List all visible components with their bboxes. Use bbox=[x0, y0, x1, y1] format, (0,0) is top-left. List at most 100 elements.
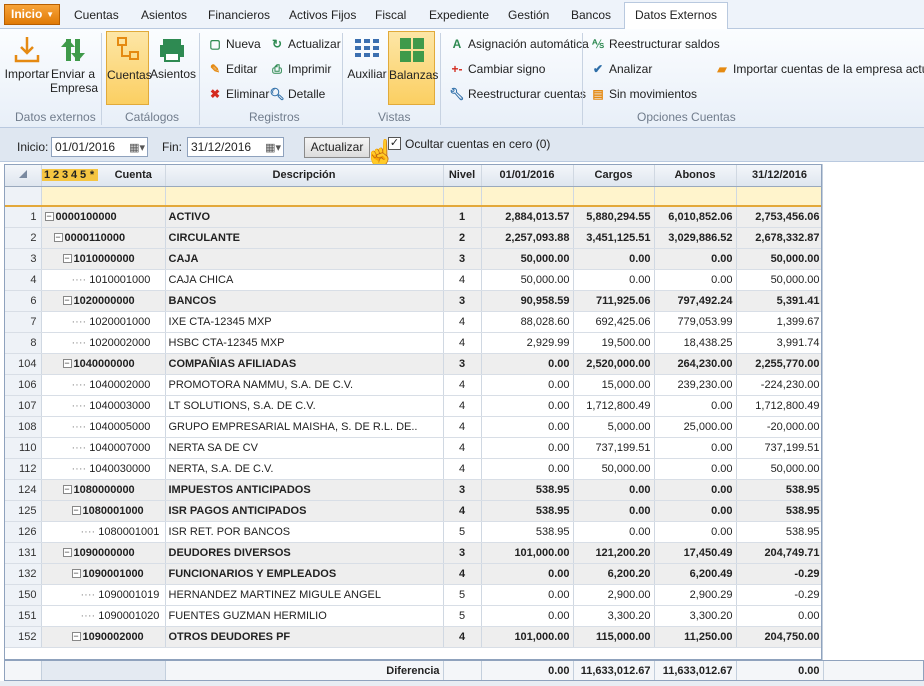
row-number[interactable]: 3 bbox=[5, 248, 42, 270]
reestructurar-saldos-button[interactable]: ⅍ Reestructurar saldos bbox=[590, 34, 720, 54]
cell-cargos[interactable]: 5,000.00 bbox=[573, 416, 655, 438]
cell-descripcion[interactable]: HSBC CTA-12345 MXP bbox=[165, 332, 444, 354]
inicio-button[interactable]: Inicio ▼ bbox=[4, 4, 60, 25]
cell-cuenta[interactable]: −1090002000 bbox=[41, 626, 166, 648]
cell-final[interactable]: 50,000.00 bbox=[736, 458, 821, 480]
cell-descripcion[interactable]: FUNCIONARIOS Y EMPLEADOS bbox=[165, 563, 444, 585]
row-number[interactable]: 108 bbox=[5, 416, 42, 438]
row-number[interactable]: 106 bbox=[5, 374, 42, 396]
table-row[interactable]: 2−0000110000 CIRCULANTE 2 2,257,093.88 3,451… bbox=[5, 227, 821, 249]
cell-cargos[interactable]: 115,000.00 bbox=[573, 626, 655, 648]
cell-final[interactable]: 204,750.00 bbox=[736, 626, 821, 648]
table-row[interactable]: 3−1010000000 CAJA 3 50,000.00 0.00 0.00 50,000… bbox=[5, 248, 821, 270]
reestructurar-cuentas-button[interactable]: 🔧︎ Reestructurar cuentas bbox=[449, 84, 586, 104]
filter-cell-final[interactable] bbox=[736, 186, 821, 207]
cell-descripcion[interactable]: ISR PAGOS ANTICIPADOS bbox=[165, 500, 444, 522]
level-2[interactable]: 2 bbox=[52, 169, 61, 181]
cell-final[interactable]: 204,749.71 bbox=[736, 542, 821, 564]
cell-nivel[interactable]: 3 bbox=[443, 290, 482, 312]
cell-final[interactable]: -0.29 bbox=[736, 563, 821, 585]
calendar-icon[interactable]: ▦▾ bbox=[129, 139, 145, 157]
cell-abonos[interactable]: 0.00 bbox=[654, 437, 737, 459]
balanzas-button[interactable]: Balanzas bbox=[388, 31, 438, 105]
cell-inicial[interactable]: 50,000.00 bbox=[481, 269, 574, 291]
table-row[interactable]: 1−0000100000 ACTIVO 1 2,884,013.57 5,880,294… bbox=[5, 206, 821, 228]
row-number[interactable]: 110 bbox=[5, 437, 42, 459]
row-number[interactable]: 107 bbox=[5, 395, 42, 417]
cell-final[interactable]: 3,991.74 bbox=[736, 332, 821, 354]
collapse-toggle-icon[interactable]: − bbox=[62, 296, 72, 306]
column-inicial[interactable]: 01/01/2016 bbox=[481, 165, 574, 187]
cell-inicial[interactable]: 88,028.60 bbox=[481, 311, 574, 333]
column-descripcion[interactable]: Descripción bbox=[165, 165, 444, 187]
column-abonos[interactable]: Abonos bbox=[654, 165, 737, 187]
cell-cuenta[interactable]: ···· 1090001020 bbox=[41, 605, 166, 627]
cell-nivel[interactable]: 4 bbox=[443, 500, 482, 522]
cell-final[interactable]: 1,399.67 bbox=[736, 311, 821, 333]
cell-final[interactable]: -224,230.00 bbox=[736, 374, 821, 396]
cell-cargos[interactable]: 0.00 bbox=[573, 248, 655, 270]
level-4[interactable]: 4 bbox=[70, 169, 79, 181]
actualizar-button[interactable]: Actualizar bbox=[304, 137, 370, 158]
cell-cargos[interactable]: 0.00 bbox=[573, 521, 655, 543]
cell-cargos[interactable]: 692,425.06 bbox=[573, 311, 655, 333]
row-number[interactable]: 7 bbox=[5, 311, 42, 333]
cell-inicial[interactable]: 101,000.00 bbox=[481, 542, 574, 564]
cell-final[interactable]: 50,000.00 bbox=[736, 248, 821, 270]
actualizar-ribbon-button[interactable]: ↻ Actualizar bbox=[269, 34, 341, 54]
fin-date-field[interactable]: 31/12/2016 ▦▾ bbox=[187, 137, 284, 157]
cell-descripcion[interactable]: CAJA CHICA bbox=[165, 269, 444, 291]
cell-final[interactable]: 538.95 bbox=[736, 479, 821, 501]
filter-cell-cargos[interactable] bbox=[573, 186, 655, 207]
table-row[interactable]: 4 ···· 1010001000 CAJA CHICA 4 50,000.00 0.00… bbox=[5, 269, 821, 291]
cell-descripcion[interactable]: HERNANDEZ MARTINEZ MIGULE ANGEL bbox=[165, 584, 444, 606]
row-number[interactable]: 152 bbox=[5, 626, 42, 648]
eliminar-button[interactable]: ✖ Eliminar bbox=[207, 84, 269, 104]
filter-row[interactable] bbox=[5, 186, 821, 207]
level-3[interactable]: 3 bbox=[61, 169, 70, 181]
cell-cargos[interactable]: 3,300.20 bbox=[573, 605, 655, 627]
cell-nivel[interactable]: 4 bbox=[443, 395, 482, 417]
row-number[interactable]: 125 bbox=[5, 500, 42, 522]
editar-button[interactable]: ✎ Editar bbox=[207, 59, 257, 79]
filter-cell-inicial[interactable] bbox=[481, 186, 574, 207]
row-number[interactable]: 2 bbox=[5, 227, 42, 249]
enviar-empresa-button[interactable]: Enviar a Empresa bbox=[50, 31, 98, 105]
tab-gestion[interactable]: Gestión bbox=[508, 5, 549, 29]
level-selector[interactable]: 1 2 3 4 5 * bbox=[41, 169, 98, 182]
cell-abonos[interactable]: 2,900.29 bbox=[654, 584, 737, 606]
cell-inicial[interactable]: 90,958.59 bbox=[481, 290, 574, 312]
row-number[interactable]: 8 bbox=[5, 332, 42, 354]
cell-descripcion[interactable]: IMPUESTOS ANTICIPADOS bbox=[165, 479, 444, 501]
collapse-toggle-icon[interactable]: − bbox=[62, 359, 72, 369]
cell-descripcion[interactable]: COMPAÑIAS AFILIADAS bbox=[165, 353, 444, 375]
cell-nivel[interactable]: 4 bbox=[443, 437, 482, 459]
analizar-button[interactable]: ✔ Analizar bbox=[590, 59, 652, 79]
level-all[interactable]: * bbox=[88, 169, 97, 181]
cell-inicial[interactable]: 0.00 bbox=[481, 353, 574, 375]
auxiliar-button[interactable]: Auxiliar bbox=[347, 31, 387, 105]
balanza-grid[interactable]: 1 2 3 4 5 * Cuenta Descripción Nivel 01/01/20… bbox=[4, 164, 822, 660]
tab-activos-fijos[interactable]: Activos Fijos bbox=[289, 5, 356, 29]
cell-cuenta[interactable]: −0000100000 bbox=[41, 206, 166, 228]
table-row[interactable]: 126 ···· 1080001001 ISR RET. POR BANCOS 5 53… bbox=[5, 521, 821, 543]
cell-final[interactable]: 2,255,770.00 bbox=[736, 353, 821, 375]
row-number[interactable]: 131 bbox=[5, 542, 42, 564]
table-row[interactable]: 8 ···· 1020002000 HSBC CTA-12345 MXP 4 2,929… bbox=[5, 332, 821, 354]
cell-nivel[interactable]: 5 bbox=[443, 605, 482, 627]
cell-inicial[interactable]: 0.00 bbox=[481, 584, 574, 606]
filter-cell-nivel[interactable] bbox=[443, 186, 482, 207]
row-number[interactable]: 112 bbox=[5, 458, 42, 480]
table-row[interactable]: 132−1090001000 FUNCIONARIOS Y EMPLEADOS 4 0… bbox=[5, 563, 821, 585]
cell-final[interactable]: 538.95 bbox=[736, 500, 821, 522]
column-cuenta[interactable]: 1 2 3 4 5 * Cuenta bbox=[41, 165, 166, 187]
row-number[interactable]: 150 bbox=[5, 584, 42, 606]
row-number[interactable]: 126 bbox=[5, 521, 42, 543]
table-row[interactable]: 112 ···· 1040030000 NERTA, S.A. DE C.V. 4 0.… bbox=[5, 458, 821, 480]
cell-cuenta[interactable]: ···· 1090001019 bbox=[41, 584, 166, 606]
cell-descripcion[interactable]: NERTA, S.A. DE C.V. bbox=[165, 458, 444, 480]
table-row[interactable]: 152−1090002000 OTROS DEUDORES PF 4 101,000.… bbox=[5, 626, 821, 648]
level-1[interactable]: 1 bbox=[43, 169, 52, 181]
cell-cargos[interactable]: 15,000.00 bbox=[573, 374, 655, 396]
cell-nivel[interactable]: 5 bbox=[443, 584, 482, 606]
